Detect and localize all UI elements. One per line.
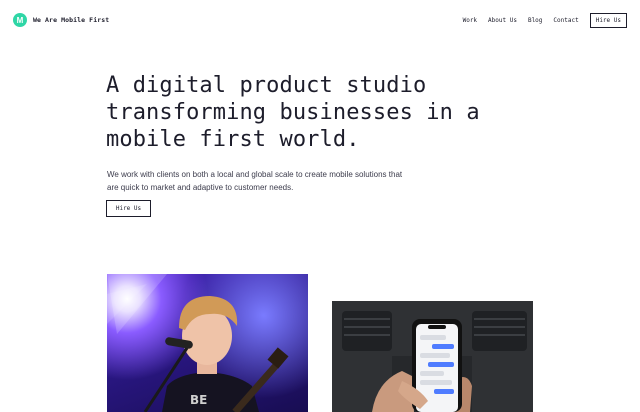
brand-logo-link[interactable]: M We Are Mobile First bbox=[13, 13, 109, 27]
hero-hire-us-button[interactable]: Hire Us bbox=[106, 200, 151, 217]
brand-name: We Are Mobile First bbox=[33, 16, 110, 24]
nav-item-work[interactable]: Work bbox=[463, 17, 477, 24]
nav-item-about-us[interactable]: About Us bbox=[488, 17, 517, 24]
concert-photo-illustration: BE bbox=[107, 274, 289, 412]
main-nav: Work About Us Blog Contact Hire Us bbox=[463, 13, 627, 28]
phone-in-car-illustration bbox=[332, 301, 533, 412]
site-header: M We Are Mobile First Work About Us Blog… bbox=[0, 0, 640, 40]
concert-photo[interactable]: BE bbox=[107, 274, 308, 412]
svg-text:BE: BE bbox=[190, 393, 207, 407]
nav-item-contact[interactable]: Contact bbox=[553, 17, 578, 24]
logo-icon: M bbox=[13, 13, 27, 27]
header-hire-us-button[interactable]: Hire Us bbox=[589, 13, 627, 28]
phone-in-car-photo[interactable] bbox=[332, 301, 533, 412]
nav-item-blog[interactable]: Blog bbox=[528, 17, 542, 24]
hero-title: A digital product studio transforming bu… bbox=[106, 73, 480, 152]
hero-description: We work with clients on both a local and… bbox=[107, 170, 403, 192]
